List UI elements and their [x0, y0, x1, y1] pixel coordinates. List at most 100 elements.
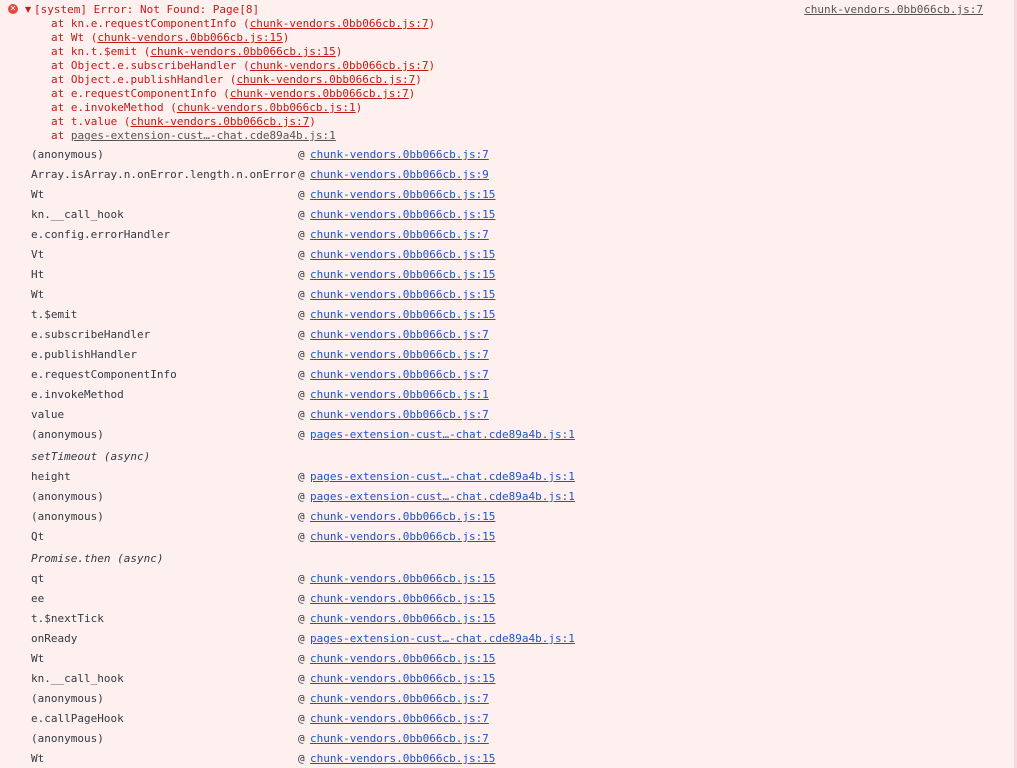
stack-frame-row: height @ pages-extension-cust…-chat.cde89a…: [0, 468, 1000, 488]
frame-source-link[interactable]: pages-extension-cust…-chat.cde89a4b.js:1: [310, 488, 575, 505]
frame-source-link[interactable]: chunk-vendors.0bb066cb.js:15: [310, 750, 495, 767]
frame-source-link[interactable]: chunk-vendors.0bb066cb.js:15: [310, 286, 495, 303]
frame-source-link[interactable]: chunk-vendors.0bb066cb.js:7: [310, 326, 489, 343]
expand-triangle-icon[interactable]: ▼: [25, 3, 31, 17]
frame-function-name: (anonymous): [31, 490, 104, 503]
stack-frame-row: t.$nextTick @ chunk-vendors.0bb066cb.js:15: [0, 610, 1000, 630]
trace-close-paren: ): [355, 101, 363, 114]
frame-source-link[interactable]: chunk-vendors.0bb066cb.js:7: [310, 690, 489, 707]
frame-source-link[interactable]: chunk-vendors.0bb066cb.js:15: [310, 590, 495, 607]
frame-source-link[interactable]: chunk-vendors.0bb066cb.js:15: [310, 306, 495, 323]
at-sign: @: [298, 288, 305, 301]
frame-function-name: Qt: [31, 530, 45, 543]
frame-function-name: (anonymous): [31, 692, 104, 705]
at-sign: @: [298, 208, 305, 221]
frame-source-link[interactable]: chunk-vendors.0bb066cb.js:7: [310, 730, 489, 747]
trace-source-link[interactable]: chunk-vendors.0bb066cb.js:7: [250, 59, 429, 72]
trace-source-link[interactable]: chunk-vendors.0bb066cb.js:7: [230, 87, 409, 100]
frame-source-link[interactable]: chunk-vendors.0bb066cb.js:15: [310, 508, 495, 525]
trace-source-link[interactable]: chunk-vendors.0bb066cb.js:7: [130, 115, 309, 128]
frame-function-name: Wt: [31, 288, 45, 301]
trace-close-paren: ): [428, 59, 436, 72]
frame-function-name: e.publishHandler: [31, 348, 137, 361]
trace-line: at Object.e.publishHandler (chunk-vendor…: [51, 73, 435, 87]
trace-call: at kn.e.requestComponentInfo (: [51, 17, 250, 30]
stack-frame-row: (anonymous) @ chunk-vendors.0bb066cb.js:7: [0, 730, 1000, 750]
stack-frame-row: Wt @ chunk-vendors.0bb066cb.js:15: [0, 286, 1000, 306]
frame-source-link[interactable]: chunk-vendors.0bb066cb.js:15: [310, 528, 495, 545]
trace-call: at t.value (: [51, 115, 131, 128]
trace-source-link[interactable]: chunk-vendors.0bb066cb.js:7: [250, 17, 429, 30]
at-sign: @: [298, 268, 305, 281]
stack-frame-row: e.requestComponentInfo @ chunk-vendors.0bb…: [0, 366, 1000, 386]
trace-call: at Object.e.subscribeHandler (: [51, 59, 250, 72]
frame-function-name: (anonymous): [31, 148, 104, 161]
at-sign: @: [298, 592, 305, 605]
frame-source-link[interactable]: chunk-vendors.0bb066cb.js:15: [310, 246, 495, 263]
stack-frame-row: (anonymous) @ pages-extension-cust…-chat.c…: [0, 426, 1000, 446]
trace-call: at Wt (: [51, 31, 98, 44]
trace-source-link[interactable]: chunk-vendors.0bb066cb.js:15: [97, 31, 282, 44]
frame-function-name: e.subscribeHandler: [31, 328, 151, 341]
trace-source-link[interactable]: chunk-vendors.0bb066cb.js:7: [236, 73, 415, 86]
frame-source-link[interactable]: chunk-vendors.0bb066cb.js:7: [310, 406, 489, 423]
stack-frame-row: (anonymous) @ chunk-vendors.0bb066cb.js:7: [0, 146, 1000, 166]
at-sign: @: [298, 572, 305, 585]
trace-source-link[interactable]: pages-extension-cust…-chat.cde89a4b.js:1: [71, 129, 336, 142]
frame-source-link[interactable]: chunk-vendors.0bb066cb.js:15: [310, 650, 495, 667]
stack-frame-row: t.$emit @ chunk-vendors.0bb066cb.js:15: [0, 306, 1000, 326]
async-label: setTimeout (async): [31, 450, 151, 463]
frame-source-link[interactable]: chunk-vendors.0bb066cb.js:15: [310, 570, 495, 587]
trace-source-link[interactable]: chunk-vendors.0bb066cb.js:15: [150, 45, 335, 58]
stack-frame-row: (anonymous) @ pages-extension-cust…-chat.c…: [0, 488, 1000, 508]
frame-function-name: t.$emit: [31, 308, 78, 321]
stack-frame-row: Array.isArray.n.onError.length.n.onError…: [0, 166, 1000, 186]
trace-call: at e.invokeMethod (: [51, 101, 177, 114]
frame-source-link[interactable]: chunk-vendors.0bb066cb.js:7: [310, 146, 489, 163]
frame-source-link[interactable]: chunk-vendors.0bb066cb.js:15: [310, 206, 495, 223]
at-sign: @: [298, 248, 305, 261]
frame-source-link[interactable]: pages-extension-cust…-chat.cde89a4b.js:1: [310, 426, 575, 443]
trace-close-paren: ): [309, 115, 316, 128]
stack-frame-row: kn.__call_hook @ chunk-vendors.0bb066cb.js…: [0, 670, 1000, 690]
async-separator: Promise.then (async): [0, 548, 1000, 570]
error-stack-trace: at kn.e.requestComponentInfo (chunk-vend…: [51, 17, 435, 143]
stack-frame-row: ee @ chunk-vendors.0bb066cb.js:15: [0, 590, 1000, 610]
frame-function-name: (anonymous): [31, 428, 104, 441]
error-icon: ✕: [8, 4, 18, 14]
frame-source-link[interactable]: chunk-vendors.0bb066cb.js:7: [310, 346, 489, 363]
frame-function-name: Ht: [31, 268, 45, 281]
at-sign: @: [298, 428, 305, 441]
frame-source-link[interactable]: chunk-vendors.0bb066cb.js:1: [310, 386, 489, 403]
at-sign: @: [298, 368, 305, 381]
trace-source-link[interactable]: chunk-vendors.0bb066cb.js:1: [177, 101, 356, 114]
trace-call: at kn.t.$emit (: [51, 45, 151, 58]
error-message-row[interactable]: ✕ ▼ [system] Error: Not Found: Page[8] c…: [0, 3, 1017, 17]
frame-function-name: Wt: [31, 652, 45, 665]
stack-frame-row: e.callPageHook @ chunk-vendors.0bb066cb.js…: [0, 710, 1000, 730]
frame-source-link[interactable]: chunk-vendors.0bb066cb.js:7: [310, 710, 489, 727]
stack-frame-row: e.publishHandler @ chunk-vendors.0bb066cb.…: [0, 346, 1000, 366]
at-sign: @: [298, 672, 305, 685]
stack-frame-row: Ht @ chunk-vendors.0bb066cb.js:15: [0, 266, 1000, 286]
frame-source-link[interactable]: chunk-vendors.0bb066cb.js:15: [310, 266, 495, 283]
frame-function-name: kn.__call_hook: [31, 672, 124, 685]
frame-source-link[interactable]: chunk-vendors.0bb066cb.js:7: [310, 226, 489, 243]
stack-frame-row: e.config.errorHandler @ chunk-vendors.0bb0…: [0, 226, 1000, 246]
frame-source-link[interactable]: pages-extension-cust…-chat.cde89a4b.js:1: [310, 630, 575, 647]
frame-source-link[interactable]: pages-extension-cust…-chat.cde89a4b.js:1: [310, 468, 575, 485]
frame-source-link[interactable]: chunk-vendors.0bb066cb.js:15: [310, 670, 495, 687]
at-sign: @: [298, 148, 305, 161]
frame-function-name: Wt: [31, 752, 45, 765]
at-sign: @: [298, 632, 305, 645]
stack-frame-row: (anonymous) @ chunk-vendors.0bb066cb.js:7: [0, 690, 1000, 710]
at-sign: @: [298, 732, 305, 745]
at-sign: @: [298, 408, 305, 421]
frame-source-link[interactable]: chunk-vendors.0bb066cb.js:9: [310, 166, 489, 183]
frame-source-link[interactable]: chunk-vendors.0bb066cb.js:15: [310, 186, 495, 203]
frame-source-link[interactable]: chunk-vendors.0bb066cb.js:15: [310, 610, 495, 627]
frame-function-name: e.config.errorHandler: [31, 228, 171, 241]
at-sign: @: [298, 388, 305, 401]
error-source-link[interactable]: chunk-vendors.0bb066cb.js:7: [804, 3, 983, 17]
frame-source-link[interactable]: chunk-vendors.0bb066cb.js:7: [310, 366, 489, 383]
